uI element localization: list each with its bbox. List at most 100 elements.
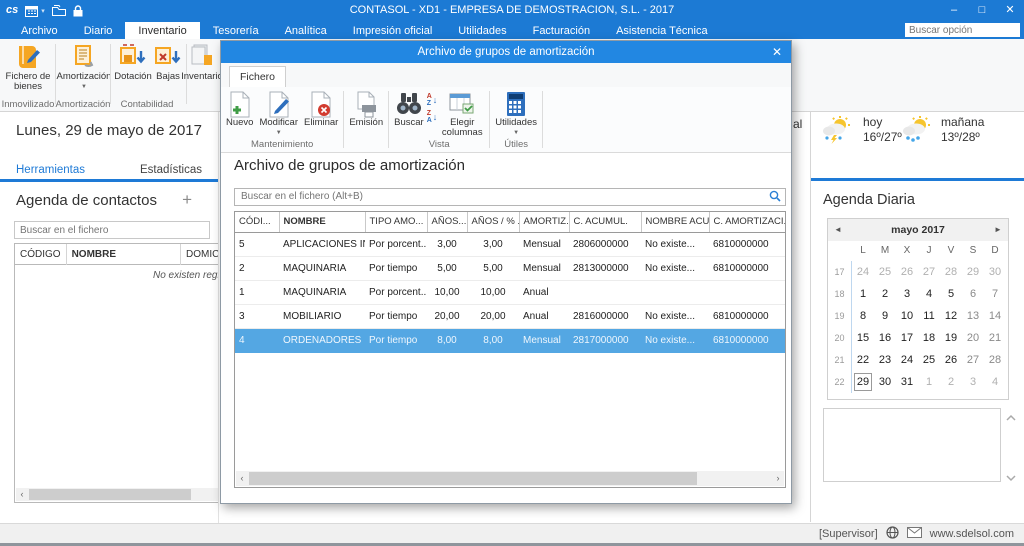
dialog-tab-fichero[interactable]: Fichero [229,66,286,87]
calendar-day[interactable]: 3 [962,371,984,393]
search-magnifier-icon[interactable] [769,189,781,207]
calendar-day-selected[interactable]: 29 [852,371,874,393]
calendar-day[interactable]: 18 [918,327,940,349]
status-website-link[interactable]: www.sdelsol.com [930,528,1014,540]
scroll-right-arrow[interactable]: › [772,471,784,484]
contacts-search-input[interactable] [14,221,210,239]
menu-tab-facturacion[interactable]: Facturación [520,22,603,40]
col-codigo[interactable]: CÓDI... [235,212,279,232]
calendar-day[interactable]: 3 [896,283,918,305]
scroll-left-arrow[interactable]: ‹ [16,488,28,501]
calendar-day[interactable]: 15 [852,327,874,349]
calendar-day[interactable]: 14 [984,305,1006,327]
menu-tab-archivo[interactable]: Archivo [8,22,71,40]
add-contact-button[interactable]: + [182,190,192,210]
calendar-quick-caret-icon[interactable]: ▾ [41,7,45,15]
calendar-day[interactable]: 19 [940,327,962,349]
calendar-day[interactable]: 7 [984,283,1006,305]
table-row[interactable]: 2MAQUINARIAPor tiempo5,005,00Mensual2813… [235,256,785,280]
eliminar-button[interactable]: Eliminar [301,89,341,129]
nuevo-button[interactable]: Nuevo [223,89,256,129]
calendar-day[interactable]: 2 [940,371,962,393]
inventario-button[interactable]: Inventario [179,42,225,98]
menu-tab-asistencia-tecnica[interactable]: Asistencia Técnica [603,22,721,40]
calendar-day[interactable]: 10 [896,305,918,327]
col-cuenta-acumulada[interactable]: C. ACUMUL. [569,212,641,232]
calendar-day[interactable]: 22 [852,349,874,371]
notes-scroll-up-icon[interactable] [1005,410,1019,422]
notes-scroll-down-icon[interactable] [1005,470,1019,482]
modificar-button[interactable]: Modificar ▼ [256,89,301,139]
app-logo-icon[interactable]: cs [6,0,18,21]
calendar-day[interactable]: 6 [962,283,984,305]
calendar-day[interactable]: 9 [874,305,896,327]
agenda-notes-area[interactable] [823,408,1001,482]
tab-estadisticas[interactable]: Estadísticas [140,164,202,176]
table-row[interactable]: 5APLICACIONES INFO...Por porcent...3,003… [235,232,785,256]
calendar-day[interactable]: 11 [918,305,940,327]
menu-tab-diario[interactable]: Diario [71,22,126,40]
table-row[interactable]: 3MOBILIARIOPor tiempo20,0020,00Anual2816… [235,304,785,328]
table-row[interactable]: 1MAQUINARIAPor porcent...10,0010,00Anual [235,280,785,304]
scroll-thumb[interactable] [29,489,191,500]
option-search-input[interactable] [905,23,1020,37]
calendar-day[interactable]: 26 [896,261,918,283]
col-nombre-acumulada[interactable]: NOMBRE ACUM. [641,212,709,232]
amortizacion-button[interactable]: Amortización ▼ [60,42,108,98]
elegir-columnas-button[interactable]: Elegir columnas [437,89,487,139]
utilidades-button[interactable]: Utilidades ▼ [492,89,540,139]
calendar-day[interactable]: 4 [984,371,1006,393]
dialog-close-button[interactable]: ✕ [772,41,782,63]
lock-icon[interactable] [73,5,83,17]
col-tipo-amortizacion[interactable]: TIPO AMO... [365,212,427,232]
calendar-day[interactable]: 23 [874,349,896,371]
calendar-day[interactable]: 30 [874,371,896,393]
col-codigo[interactable]: CÓDIGO [15,244,67,265]
calendar-day[interactable]: 29 [962,261,984,283]
calendar-next-icon[interactable]: ► [990,219,1006,241]
menu-tab-utilidades[interactable]: Utilidades [445,22,519,40]
col-domicilio[interactable]: DOMICILIO [181,244,219,265]
calendar-day[interactable]: 27 [962,349,984,371]
calendar-day[interactable]: 28 [940,261,962,283]
calendar-day[interactable]: 8 [852,305,874,327]
sort-ascending-button[interactable]: AZ ↓ [427,93,438,107]
calendar-day[interactable]: 24 [896,349,918,371]
calendar-day[interactable]: 17 [896,327,918,349]
col-anos[interactable]: AÑOS... [427,212,467,232]
scroll-thumb[interactable] [249,472,697,485]
folder-icon[interactable] [52,5,66,16]
tab-herramientas[interactable]: Herramientas [16,164,85,176]
file-search-input[interactable] [234,188,786,206]
calendar-day[interactable]: 27 [918,261,940,283]
calendar-day[interactable]: 5 [940,283,962,305]
table-hscrollbar[interactable]: ‹ › [236,471,784,486]
menu-tab-inventario[interactable]: Inventario [125,22,199,40]
calendar-day[interactable]: 31 [896,371,918,393]
calendar-day[interactable]: 30 [984,261,1006,283]
col-nombre[interactable]: NOMBRE [67,244,181,265]
calendar-day[interactable]: 25 [918,349,940,371]
col-anos-porcentaje[interactable]: AÑOS / % ... [467,212,519,232]
menu-tab-tesoreria[interactable]: Tesorería [200,22,272,40]
calendar-day[interactable]: 1 [918,371,940,393]
calendar-day[interactable]: 21 [984,327,1006,349]
scroll-left-arrow[interactable]: ‹ [236,471,248,484]
calendar-day[interactable]: 25 [874,261,896,283]
col-cuenta-amortizacion[interactable]: C. AMORTIZACI... [709,212,785,232]
col-nombre[interactable]: NOMBRE [279,212,365,232]
menu-tab-impresion-oficial[interactable]: Impresión oficial [340,22,445,40]
globe-icon[interactable] [886,526,899,542]
table-row-selected[interactable]: 4ORDENADORESPor tiempo8,008,00Mensual281… [235,328,785,352]
calendar-day[interactable]: 26 [940,349,962,371]
close-button[interactable]: ✕ [996,0,1024,21]
maximize-button[interactable]: □ [968,0,996,21]
sort-descending-button[interactable]: ZA ↓ [427,110,438,124]
dotacion-button[interactable]: Dotación [114,42,152,98]
col-amortizacion[interactable]: AMORTIZ... [519,212,569,232]
minimize-button[interactable]: – [940,0,968,21]
calendar-day[interactable]: 1 [852,283,874,305]
menu-tab-analitica[interactable]: Analítica [272,22,340,40]
calendar-day[interactable]: 12 [940,305,962,327]
calendar-quick-icon[interactable] [25,5,38,17]
